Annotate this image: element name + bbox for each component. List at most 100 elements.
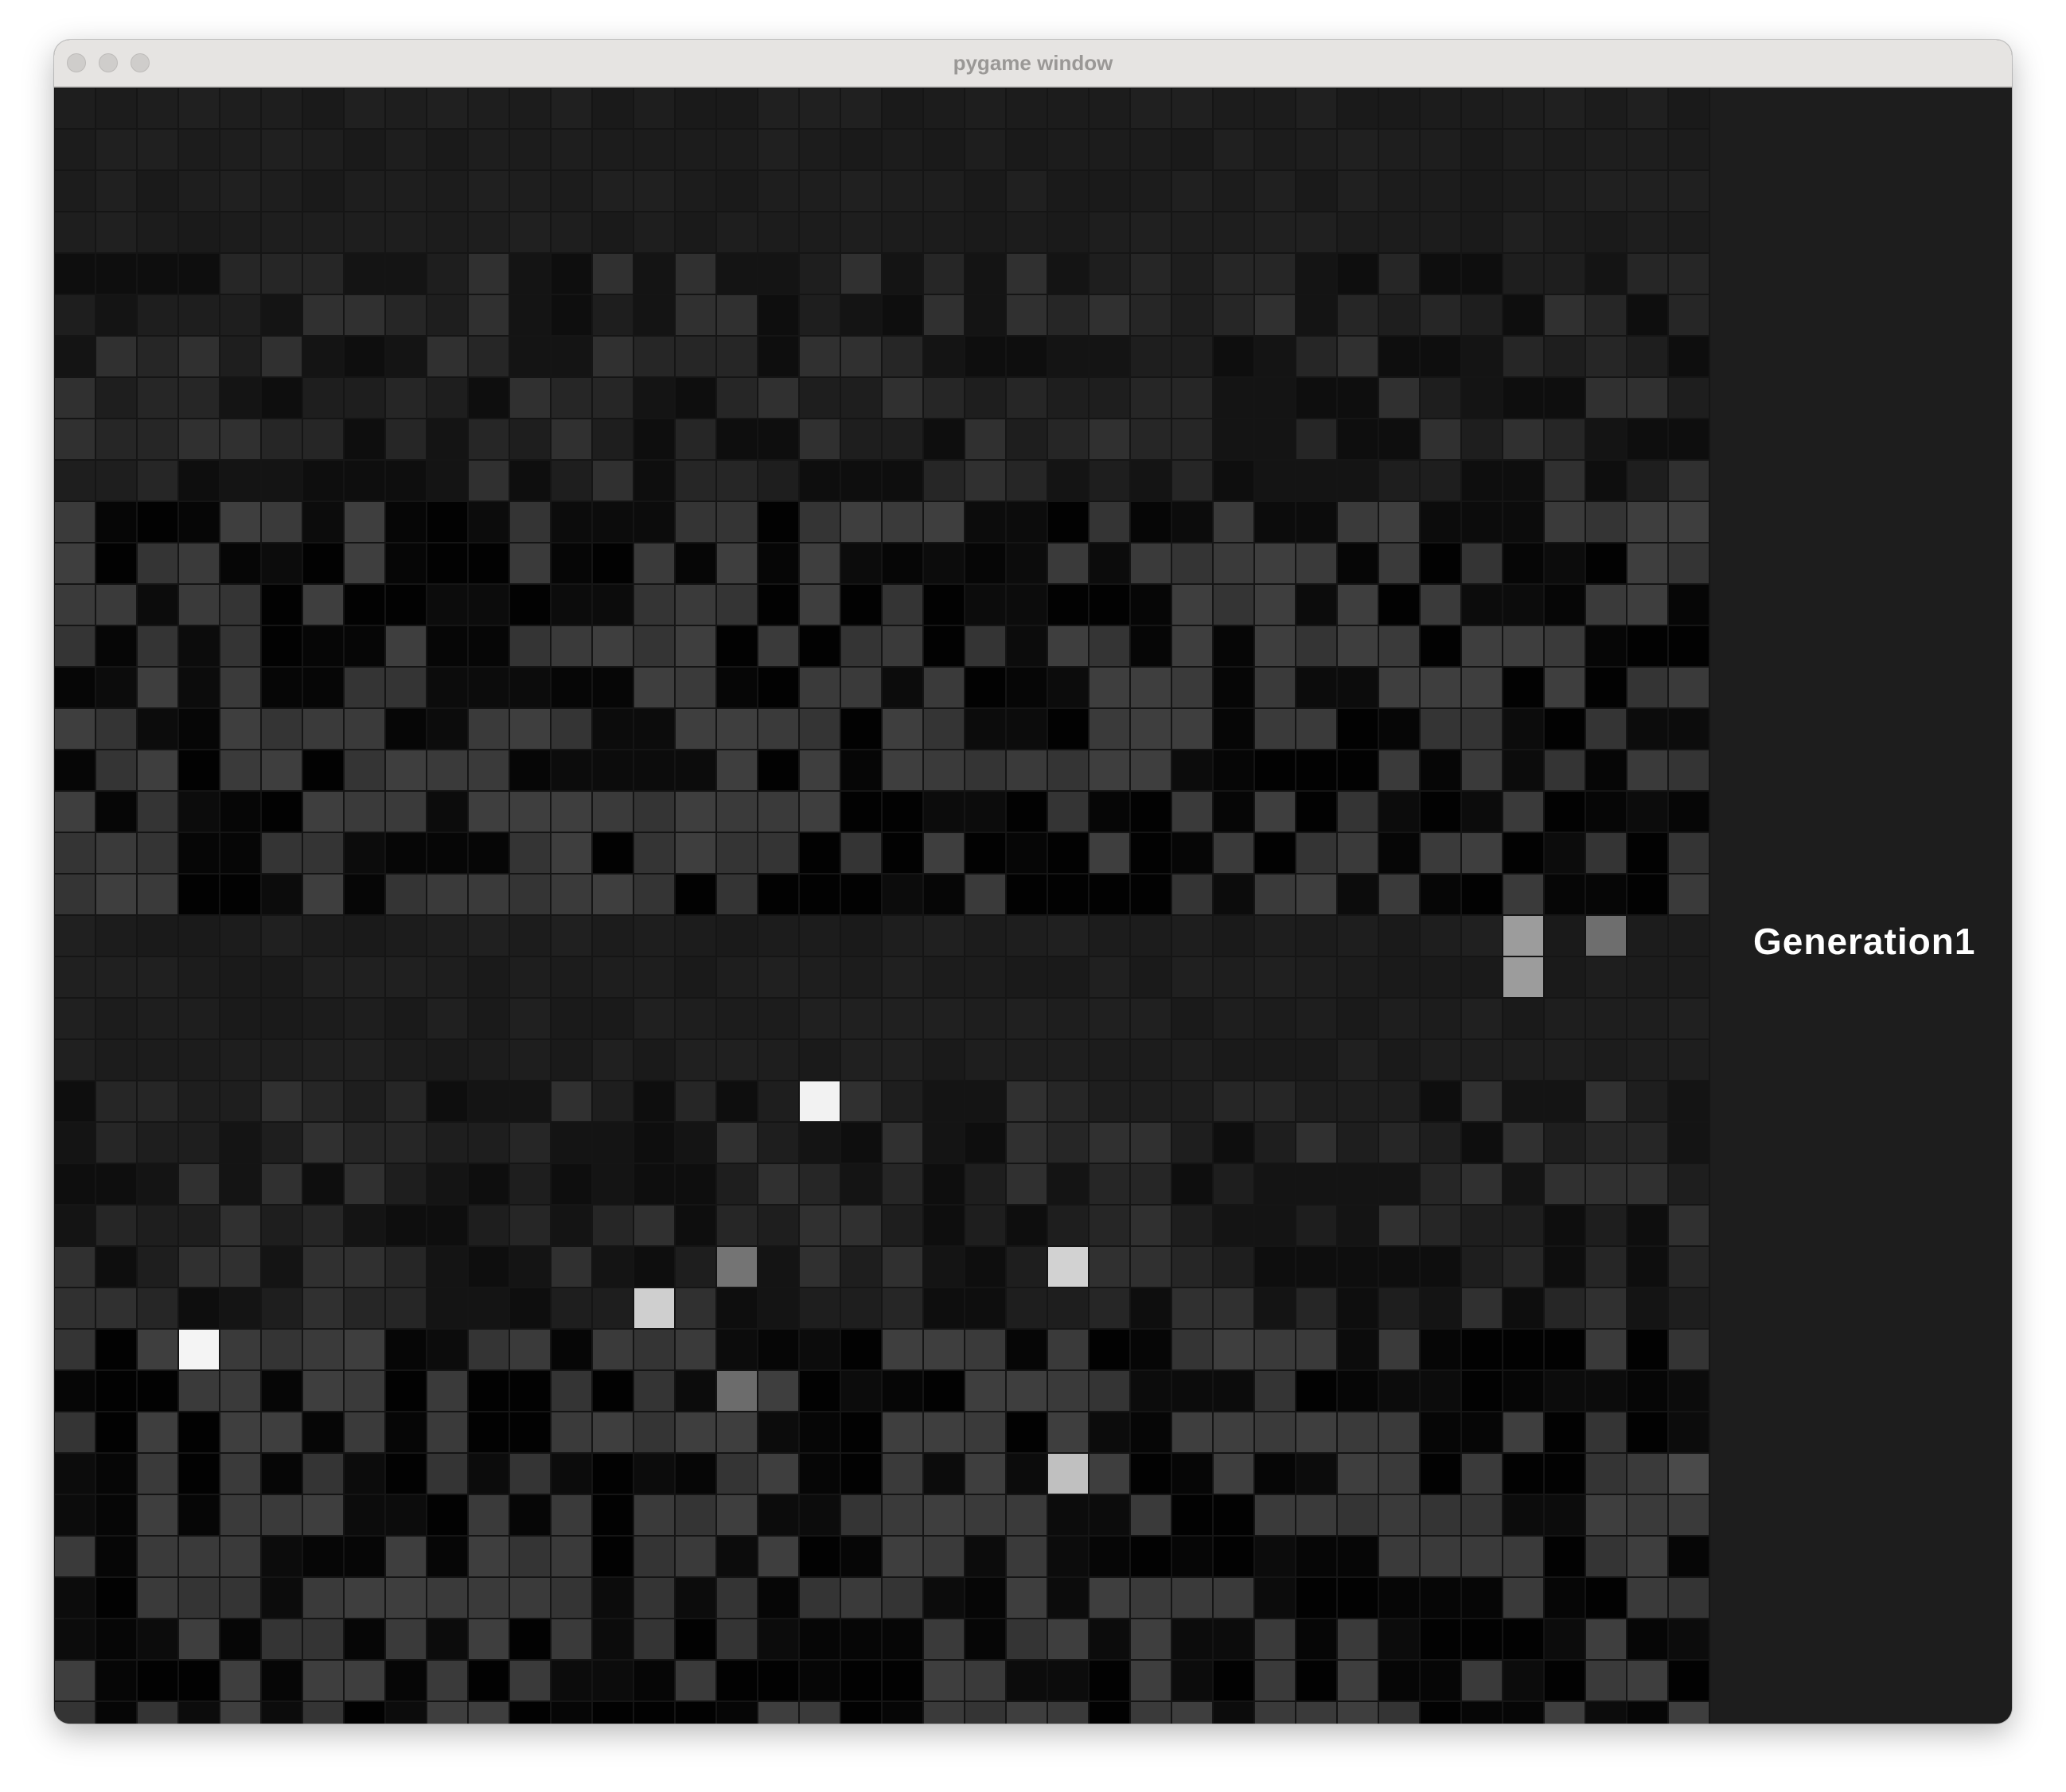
- grid-cell: [674, 1659, 717, 1702]
- grid-cell: [1047, 873, 1090, 915]
- grid-cell: [54, 1369, 96, 1412]
- grid-cell: [1585, 1080, 1627, 1123]
- grid-cell: [426, 790, 469, 833]
- grid-cell: [1626, 1411, 1669, 1454]
- grid-cell: [136, 1080, 179, 1123]
- grid-cell: [633, 1121, 676, 1164]
- grid-cell: [1543, 1535, 1586, 1578]
- grid-cell: [840, 832, 883, 875]
- grid-cell: [54, 1411, 96, 1454]
- grid-cell: [1088, 211, 1131, 254]
- grid-cell: [426, 625, 469, 668]
- grid-cell: [591, 418, 634, 461]
- grid-cell: [343, 1369, 386, 1412]
- grid-cell: [1253, 707, 1296, 750]
- grid-cell: [509, 583, 552, 626]
- grid-cell: [633, 790, 676, 833]
- grid-cell: [798, 252, 841, 295]
- grid-cell: [881, 707, 924, 750]
- grid-cell: [302, 1204, 345, 1247]
- grid-cell: [260, 915, 303, 957]
- grid-cell: [1005, 501, 1048, 543]
- grid-cell: [1295, 1659, 1338, 1702]
- grid-cell: [426, 1618, 469, 1661]
- grid-cell: [1047, 1287, 1090, 1330]
- grid-cell: [302, 956, 345, 999]
- grid-cell: [1295, 1452, 1338, 1495]
- grid-cell: [798, 169, 841, 212]
- grid-cell: [302, 1535, 345, 1578]
- grid-cell: [1626, 1287, 1669, 1330]
- grid-cell: [1626, 1121, 1669, 1164]
- grid-cell: [550, 169, 593, 212]
- grid-cell: [384, 749, 427, 792]
- grid-cell: [54, 956, 96, 999]
- grid-cell: [1585, 294, 1627, 337]
- grid-cell: [136, 418, 179, 461]
- grid-cell: [964, 1287, 1007, 1330]
- grid-cell: [219, 169, 262, 212]
- grid-cell: [964, 335, 1007, 378]
- grid-cell: [343, 1080, 386, 1123]
- grid-cell: [426, 956, 469, 999]
- grid-cell: [633, 1659, 676, 1702]
- grid-cell: [1088, 542, 1131, 585]
- grid-cell: [1088, 376, 1131, 419]
- grid-cell: [1585, 88, 1627, 130]
- grid-cell: [1336, 915, 1379, 957]
- grid-cell: [302, 1080, 345, 1123]
- grid-cell: [840, 294, 883, 337]
- grid-cell: [1295, 501, 1338, 543]
- grid-cell: [1005, 1204, 1048, 1247]
- grid-cell: [1336, 997, 1379, 1040]
- grid-cell: [95, 542, 138, 585]
- grid-cell: [881, 294, 924, 337]
- grid-cell: [260, 1576, 303, 1619]
- grid-cell: [219, 211, 262, 254]
- grid-cell: [95, 1204, 138, 1247]
- grid-cell: [219, 997, 262, 1040]
- grid-cell: [964, 1328, 1007, 1371]
- grid-cell: [964, 211, 1007, 254]
- grid-cell: [715, 501, 758, 543]
- grid-cell: [964, 625, 1007, 668]
- grid-cell: [509, 1287, 552, 1330]
- grid-cell: [1047, 1038, 1090, 1081]
- grid-cell: [674, 1494, 717, 1537]
- grid-cell: [1336, 1576, 1379, 1619]
- grid-cell: [1543, 1700, 1586, 1724]
- grid-cell: [177, 707, 220, 750]
- grid-cell: [509, 1411, 552, 1454]
- grid-cell: [509, 542, 552, 585]
- grid-cell: [177, 88, 220, 130]
- grid-cell: [591, 501, 634, 543]
- grid-cell: [426, 1411, 469, 1454]
- grid-cell: [1460, 1038, 1503, 1081]
- grid-cell: [1626, 666, 1669, 709]
- grid-cell: [922, 1080, 965, 1123]
- grid-cell: [384, 542, 427, 585]
- grid-cell: [384, 252, 427, 295]
- grid-cell: [1460, 1494, 1503, 1537]
- grid-cell: [550, 1659, 593, 1702]
- grid-cell: [426, 832, 469, 875]
- grid-cell: [509, 501, 552, 543]
- grid-cell: [1502, 88, 1545, 130]
- grid-cell: [1460, 1411, 1503, 1454]
- grid-cell: [467, 169, 510, 212]
- grid-cell: [1378, 542, 1421, 585]
- grid-cell: [715, 1576, 758, 1619]
- grid-cell: [260, 128, 303, 171]
- grid-cell: [426, 376, 469, 419]
- grid-cell: [302, 997, 345, 1040]
- grid-cell: [260, 1659, 303, 1702]
- grid-cell: [1502, 1328, 1545, 1371]
- grid-cell: [136, 459, 179, 502]
- grid-cell: [633, 707, 676, 750]
- grid-cell: [384, 501, 427, 543]
- grid-cell: [922, 1576, 965, 1619]
- grid-cell: [219, 790, 262, 833]
- grid-cell: [302, 873, 345, 915]
- grid-cell: [757, 749, 800, 792]
- grid-cell: [1171, 1328, 1214, 1371]
